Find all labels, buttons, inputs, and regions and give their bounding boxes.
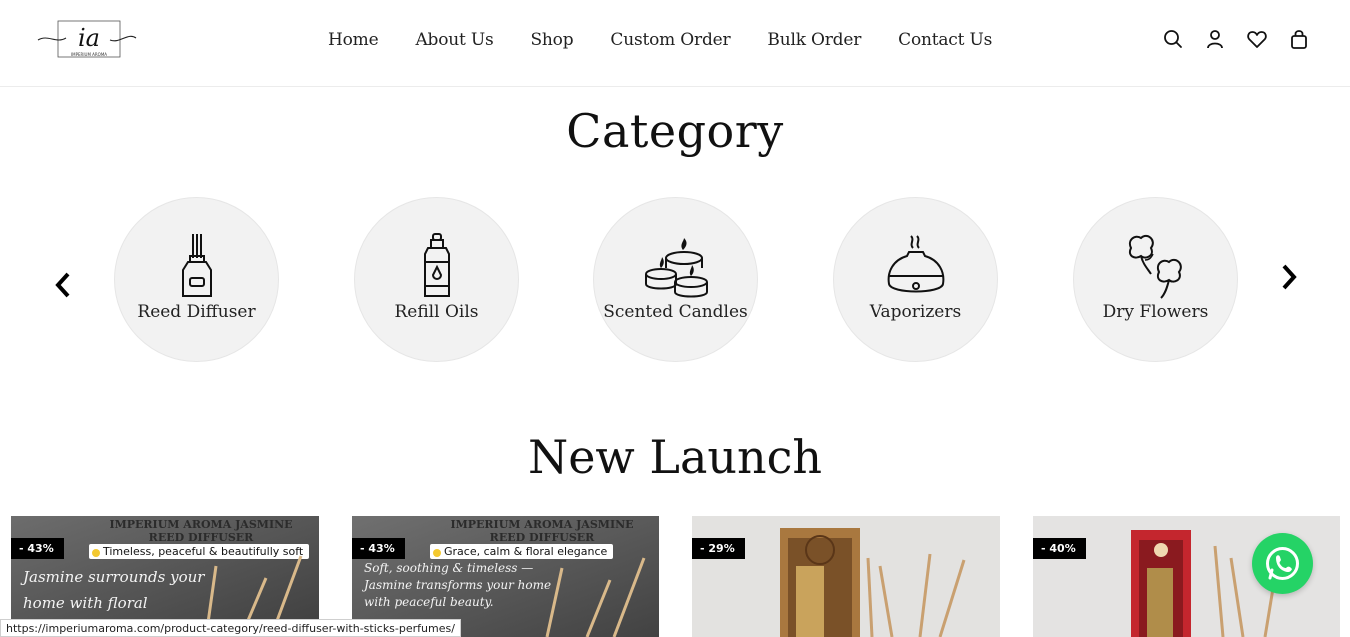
nav-custom-order[interactable]: Custom Order bbox=[610, 30, 730, 50]
category-refill-oils[interactable]: Refill Oils bbox=[354, 197, 519, 362]
carousel-prev-arrow-icon[interactable] bbox=[48, 268, 78, 302]
search-icon[interactable] bbox=[1162, 28, 1184, 50]
site-header: ia IMPERIUM AROMA Home About Us Shop Cus… bbox=[0, 0, 1350, 87]
header-actions bbox=[1162, 28, 1310, 50]
category-label: Dry Flowers bbox=[1102, 302, 1209, 322]
nav-home[interactable]: Home bbox=[328, 30, 379, 50]
refill-oil-bottle-icon bbox=[402, 232, 472, 302]
category-label: Refill Oils bbox=[394, 302, 479, 322]
browser-status-url: https://imperiumaroma.com/product-catego… bbox=[0, 619, 461, 637]
dry-flowers-icon bbox=[1121, 232, 1191, 302]
bag-icon[interactable] bbox=[1288, 28, 1310, 50]
category-carousel: Reed Diffuser Refill Oils Scented Candle… bbox=[114, 197, 1244, 362]
category-label: Vaporizers bbox=[869, 302, 962, 322]
nav-bulk-order[interactable]: Bulk Order bbox=[767, 30, 861, 50]
whatsapp-icon bbox=[1266, 547, 1299, 580]
svg-text:ia: ia bbox=[78, 24, 100, 52]
product-card[interactable]: - 29% bbox=[692, 516, 1000, 637]
whatsapp-chat-button[interactable] bbox=[1252, 533, 1313, 594]
carousel-next-arrow-icon[interactable] bbox=[1274, 260, 1304, 294]
category-label: Scented Candles bbox=[603, 302, 748, 322]
category-vaporizers[interactable]: Vaporizers bbox=[833, 197, 998, 362]
category-heading: Category bbox=[566, 104, 784, 158]
reed-diffuser-icon bbox=[162, 232, 232, 302]
category-scented-candles[interactable]: Scented Candles bbox=[593, 197, 758, 362]
main-nav: Home About Us Shop Custom Order Bulk Ord… bbox=[328, 30, 1029, 50]
category-reed-diffuser[interactable]: Reed Diffuser bbox=[114, 197, 279, 362]
new-launch-heading: New Launch bbox=[527, 430, 823, 484]
vaporizer-icon bbox=[881, 232, 951, 302]
category-dry-flowers[interactable]: Dry Flowers bbox=[1073, 197, 1238, 362]
heart-icon[interactable] bbox=[1246, 28, 1268, 50]
product-photo bbox=[780, 528, 966, 637]
svg-text:IMPERIUM AROMA: IMPERIUM AROMA bbox=[71, 52, 107, 57]
category-label: Reed Diffuser bbox=[137, 302, 256, 322]
candles-icon bbox=[641, 232, 711, 302]
nav-contact-us[interactable]: Contact Us bbox=[898, 30, 992, 50]
user-icon[interactable] bbox=[1204, 28, 1226, 50]
nav-about-us[interactable]: About Us bbox=[415, 30, 493, 50]
brand-logo[interactable]: ia IMPERIUM AROMA bbox=[36, 18, 140, 62]
nav-shop[interactable]: Shop bbox=[530, 30, 573, 50]
